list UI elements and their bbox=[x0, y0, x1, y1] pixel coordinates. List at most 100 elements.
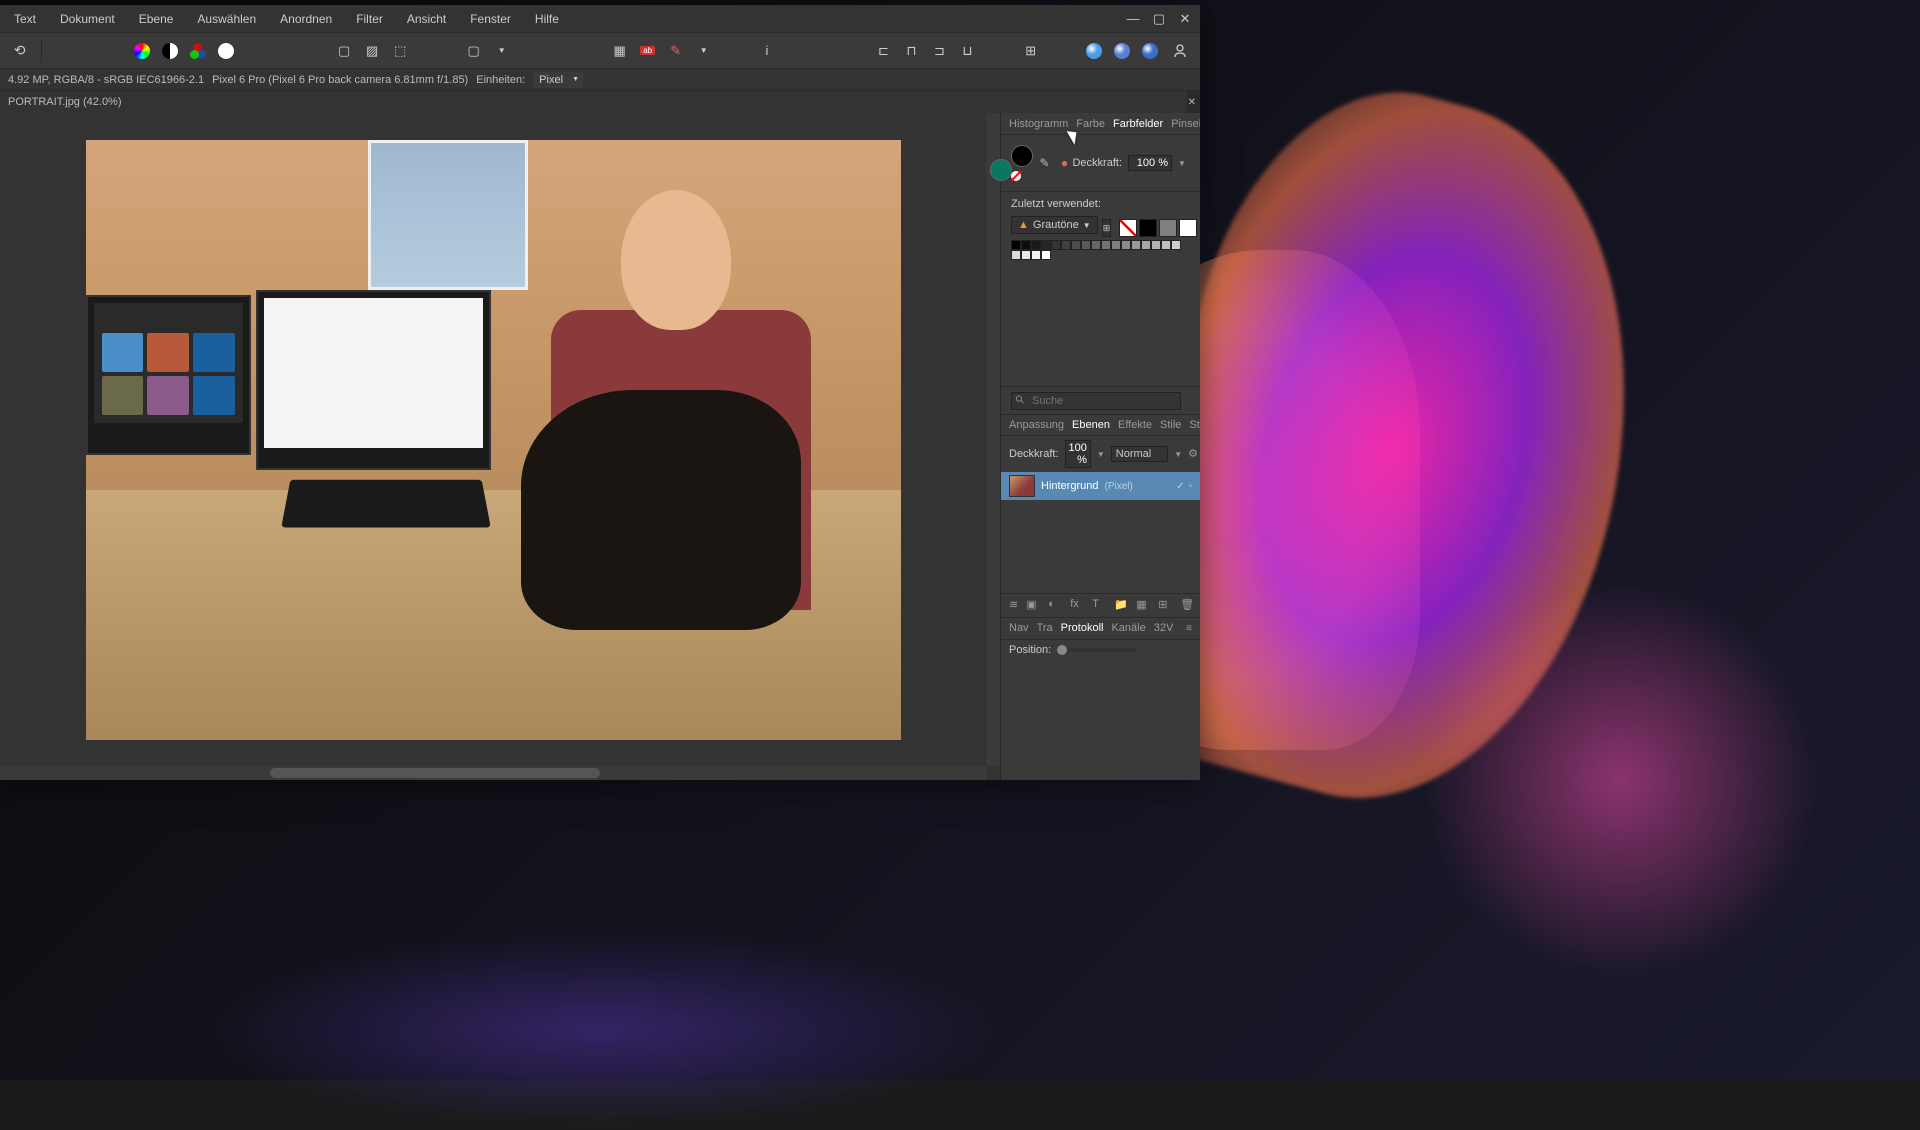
close-button[interactable]: ✕ bbox=[1178, 12, 1192, 26]
panel-menu-icon[interactable]: ≡ bbox=[1186, 623, 1192, 634]
visibility-icon[interactable]: ✓ bbox=[1176, 481, 1184, 492]
tab-anpassung[interactable]: Anpassung bbox=[1009, 419, 1064, 431]
swatch[interactable] bbox=[1031, 240, 1041, 250]
link-icon[interactable]: ⊞ bbox=[1158, 598, 1172, 612]
tab-stile[interactable]: Stile bbox=[1160, 419, 1181, 431]
share-icon[interactable] bbox=[8, 38, 31, 64]
canvas-image[interactable] bbox=[86, 140, 901, 740]
no-color-icon[interactable] bbox=[1011, 171, 1021, 181]
tab-pinsel[interactable]: Pinsel bbox=[1171, 118, 1200, 130]
swatch[interactable] bbox=[1111, 240, 1121, 250]
swatch[interactable] bbox=[1061, 240, 1071, 250]
globe-3-icon[interactable] bbox=[1137, 38, 1163, 64]
horizontal-scrollbar[interactable] bbox=[0, 766, 986, 780]
white-icon[interactable] bbox=[213, 38, 239, 64]
gear-icon[interactable]: ⚙ bbox=[1188, 447, 1198, 461]
tab-histogramm[interactable]: Histogramm bbox=[1009, 118, 1068, 130]
background-color-well[interactable] bbox=[990, 159, 1012, 181]
swatch[interactable] bbox=[1011, 250, 1021, 260]
color-wells[interactable] bbox=[1011, 145, 1012, 181]
blend-mode-dropdown[interactable]: Normal bbox=[1111, 446, 1168, 462]
rainbow-icon[interactable] bbox=[129, 38, 155, 64]
menu-hilfe[interactable]: Hilfe bbox=[529, 10, 565, 28]
info-icon[interactable]: i bbox=[755, 38, 778, 64]
quick-mask-icon[interactable] bbox=[461, 38, 487, 64]
palette-grid-icon[interactable]: ⊞ bbox=[1102, 219, 1112, 237]
tab-close-icon[interactable]: ✕ bbox=[1188, 97, 1196, 108]
tab-ebenen[interactable]: Ebenen bbox=[1072, 419, 1110, 431]
trash-icon[interactable]: 🗑 bbox=[1180, 598, 1194, 612]
eyedropper-icon[interactable]: ✎ bbox=[1036, 155, 1052, 171]
grid-icon[interactable] bbox=[607, 38, 633, 64]
swatch[interactable] bbox=[1141, 240, 1151, 250]
menu-anordnen[interactable]: Anordnen bbox=[274, 10, 338, 28]
align-2-icon[interactable]: ⊓ bbox=[898, 38, 924, 64]
swatch[interactable] bbox=[1151, 240, 1161, 250]
fx-icon[interactable]: fx bbox=[1070, 598, 1084, 612]
canvas-area[interactable] bbox=[0, 113, 1000, 780]
opacity-input[interactable]: 100 % bbox=[1128, 155, 1172, 171]
foreground-color-well[interactable] bbox=[1011, 145, 1033, 167]
slider-thumb[interactable] bbox=[1057, 645, 1067, 655]
swatch[interactable] bbox=[1131, 240, 1141, 250]
swatch[interactable] bbox=[1081, 240, 1091, 250]
rgb-icon[interactable] bbox=[185, 38, 211, 64]
marker-icon[interactable]: ✎ bbox=[663, 38, 689, 64]
layer-thumbnail[interactable] bbox=[1009, 475, 1035, 497]
dropdown-icon[interactable]: ▼ bbox=[489, 38, 515, 64]
tab-stock[interactable]: Stock bbox=[1189, 419, 1200, 431]
align-1-icon[interactable]: ⊏ bbox=[870, 38, 896, 64]
swatch[interactable] bbox=[1171, 240, 1181, 250]
palette-dropdown[interactable]: ▲ Grautöne ▼ bbox=[1011, 216, 1098, 234]
swatch[interactable] bbox=[1051, 240, 1061, 250]
align-4-icon[interactable]: ⊔ bbox=[954, 38, 980, 64]
add-swatch-icon[interactable]: ● bbox=[1056, 155, 1072, 171]
swatch[interactable] bbox=[1031, 250, 1041, 260]
swatch[interactable] bbox=[1041, 250, 1051, 260]
tab-kanaele[interactable]: Kanäle bbox=[1111, 622, 1145, 634]
swatch[interactable] bbox=[1021, 250, 1031, 260]
swatch[interactable] bbox=[1041, 240, 1051, 250]
document-tab[interactable]: PORTRAIT.jpg (42.0%) bbox=[0, 91, 1188, 113]
chevron-down-icon[interactable]: ▼ bbox=[1174, 450, 1182, 459]
bw-icon[interactable] bbox=[157, 38, 183, 64]
select-arrow-icon[interactable]: ⬚ bbox=[387, 38, 413, 64]
swatch[interactable] bbox=[1161, 240, 1171, 250]
tab-nav[interactable]: Nav bbox=[1009, 622, 1029, 634]
preset-black-icon[interactable] bbox=[1139, 219, 1157, 237]
swatch[interactable] bbox=[1101, 240, 1111, 250]
menu-fenster[interactable]: Fenster bbox=[464, 10, 517, 28]
mask-icon[interactable]: ▣ bbox=[1026, 598, 1040, 612]
select-none-icon[interactable]: ▨ bbox=[359, 38, 385, 64]
units-dropdown[interactable]: Pixel bbox=[533, 72, 583, 88]
position-slider[interactable] bbox=[1057, 648, 1137, 652]
menu-ebene[interactable]: Ebene bbox=[133, 10, 180, 28]
vertical-scrollbar[interactable] bbox=[986, 113, 1000, 766]
preset-none-icon[interactable] bbox=[1119, 219, 1137, 237]
align-3-icon[interactable]: ⊐ bbox=[926, 38, 952, 64]
adjustment-icon[interactable]: ◐ bbox=[1048, 598, 1062, 612]
preset-white-icon[interactable] bbox=[1179, 219, 1197, 237]
tab-tra[interactable]: Tra bbox=[1037, 622, 1053, 634]
swatch[interactable] bbox=[1011, 240, 1021, 250]
minimize-button[interactable]: — bbox=[1126, 12, 1140, 26]
menu-text[interactable]: Text bbox=[8, 10, 42, 28]
menu-ansicht[interactable]: Ansicht bbox=[401, 10, 452, 28]
preset-gray-icon[interactable] bbox=[1159, 219, 1177, 237]
folder-icon[interactable]: 📁 bbox=[1114, 598, 1128, 612]
swatch[interactable] bbox=[1121, 240, 1131, 250]
menu-auswaehlen[interactable]: Auswählen bbox=[191, 10, 262, 28]
layer-opacity-input[interactable]: 100 % bbox=[1065, 440, 1091, 468]
select-tool-icon[interactable] bbox=[331, 38, 357, 64]
dropdown-icon[interactable]: ▼ bbox=[691, 38, 717, 64]
globe-2-icon[interactable] bbox=[1109, 38, 1135, 64]
chevron-down-icon[interactable]: ▼ bbox=[1178, 159, 1190, 168]
chevron-down-icon[interactable]: ▼ bbox=[1097, 450, 1105, 459]
tab-farbfelder[interactable]: Farbfelder bbox=[1113, 118, 1163, 130]
tab-effekte[interactable]: Effekte bbox=[1118, 419, 1152, 431]
center-icon[interactable]: ⊞ bbox=[1019, 38, 1042, 64]
layer-row[interactable]: Hintergrund (Pixel) ✓ ▫ bbox=[1001, 472, 1200, 500]
search-input[interactable] bbox=[1011, 392, 1181, 410]
swatch[interactable] bbox=[1071, 240, 1081, 250]
canvas-viewport[interactable] bbox=[0, 113, 986, 766]
